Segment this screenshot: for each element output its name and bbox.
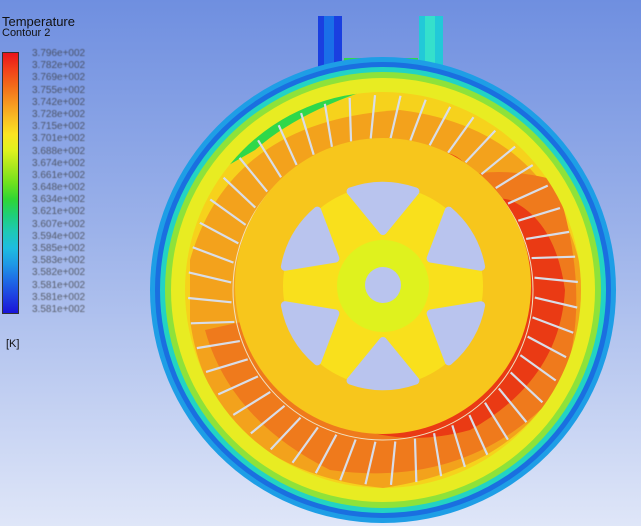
- temperature-contour-plot[interactable]: [0, 0, 641, 526]
- stator-slot: [531, 255, 576, 260]
- stator-slot: [190, 320, 235, 325]
- stator-slot: [413, 438, 418, 483]
- stator-slot: [348, 97, 353, 142]
- shaft-hole: [365, 267, 401, 303]
